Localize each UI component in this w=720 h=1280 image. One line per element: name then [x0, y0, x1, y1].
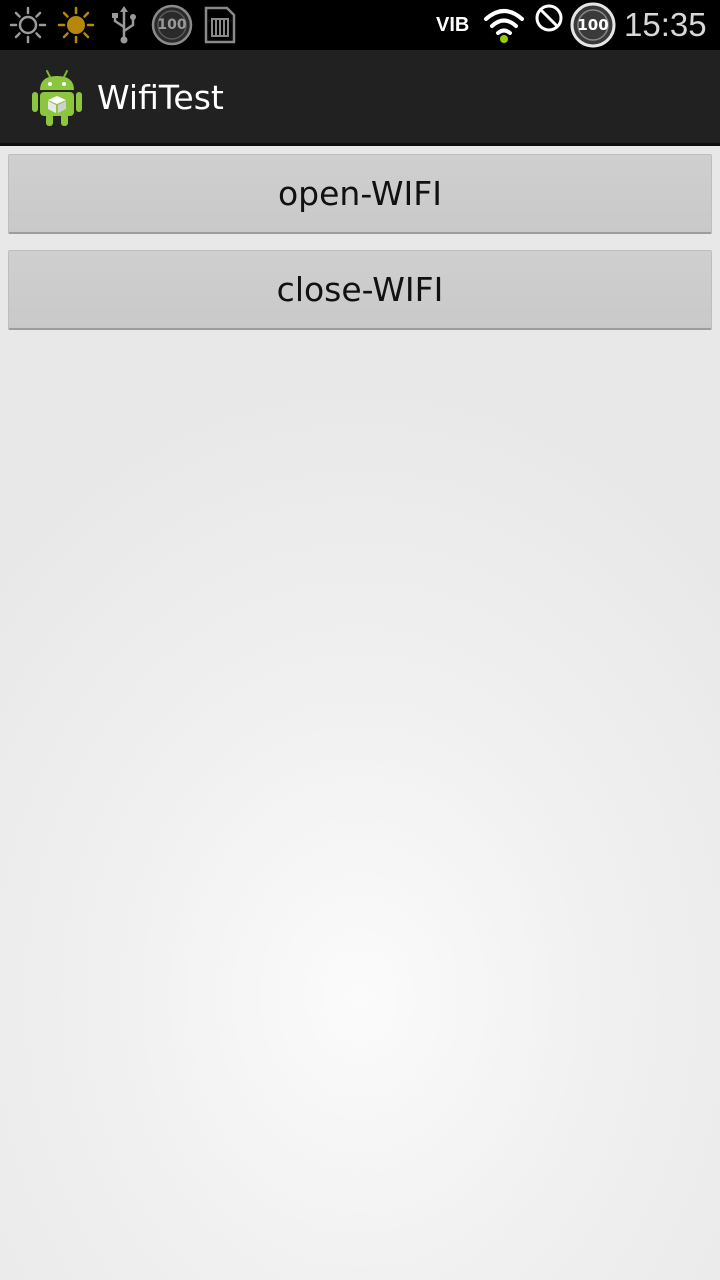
- close-wifi-button[interactable]: close-WIFI: [8, 250, 712, 330]
- badge-right-label: 100: [577, 16, 609, 34]
- wifi-icon: [482, 4, 526, 46]
- blocked-icon: [533, 2, 565, 34]
- badge-100-right-icon: 100: [568, 2, 618, 48]
- sd-card-icon: [202, 4, 238, 46]
- brightness-filled-icon: [56, 4, 96, 46]
- status-time: 15:35: [624, 6, 707, 43]
- status-bar: 100 VIB 100 15:35: [0, 0, 720, 50]
- brightness-outline-icon: [8, 4, 48, 46]
- android-icon: [30, 68, 84, 128]
- main-content: open-WIFI close-WIFI: [0, 146, 720, 1280]
- open-wifi-button[interactable]: open-WIFI: [8, 154, 712, 234]
- badge-100-icon: 100: [150, 4, 194, 46]
- app-title: WifiTest: [97, 78, 224, 117]
- badge-left-label: 100: [157, 17, 187, 33]
- usb-icon: [108, 4, 140, 46]
- carrier-label: VIB: [436, 14, 470, 36]
- action-bar: WifiTest: [0, 50, 720, 146]
